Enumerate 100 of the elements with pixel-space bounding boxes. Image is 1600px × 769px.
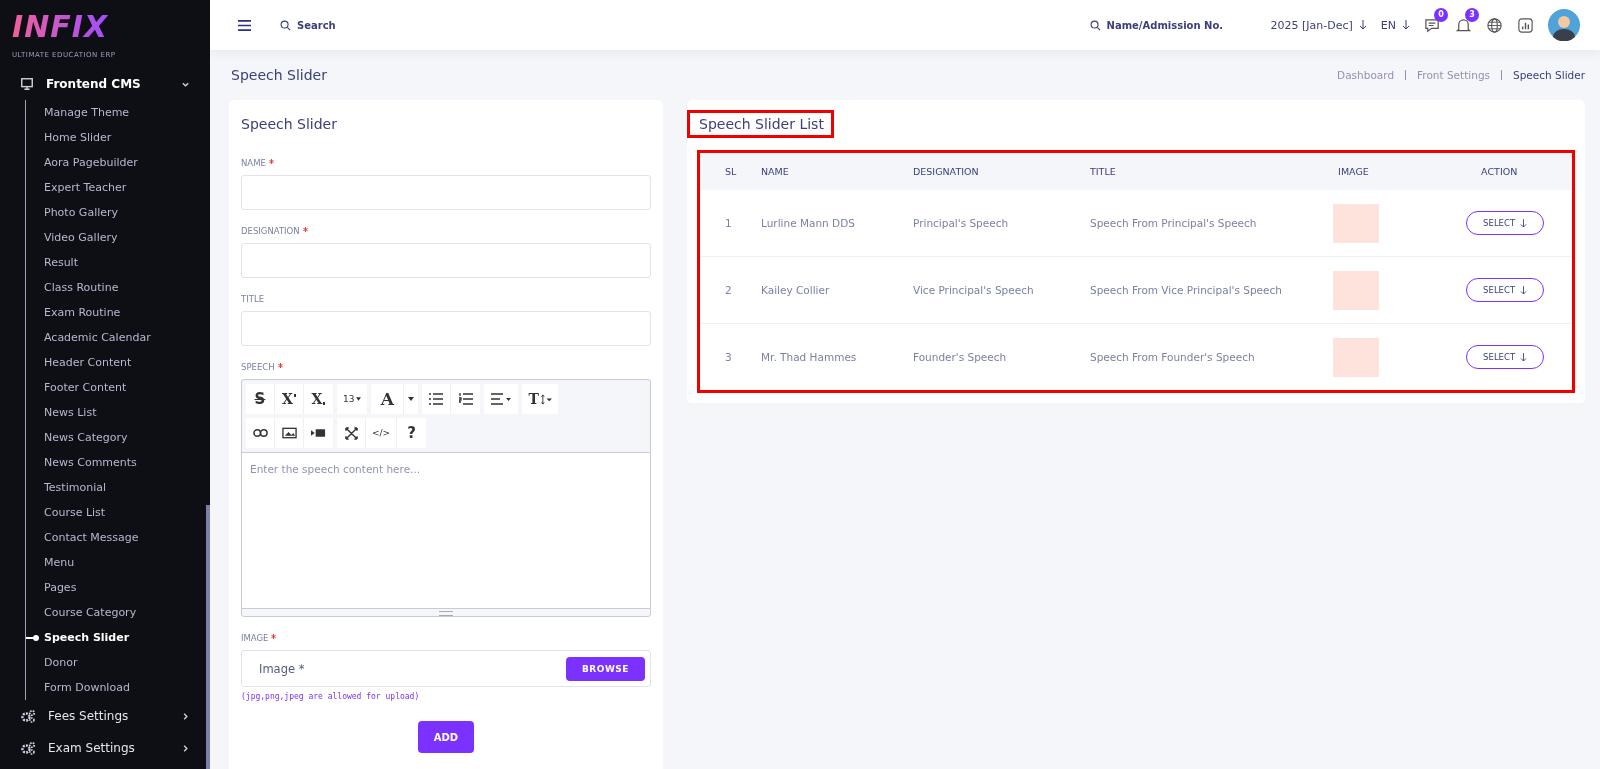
- gears-icon: [20, 740, 36, 756]
- input-field[interactable]: [241, 311, 651, 346]
- table-cell: Kailey Collier: [760, 256, 912, 324]
- video-icon: [311, 428, 326, 438]
- sidebar-item[interactable]: Speech Slider: [26, 625, 210, 650]
- select-button[interactable]: SELECT: [1466, 211, 1545, 235]
- table-cell: Speech From Vice Principal's Speech: [1089, 256, 1333, 324]
- sidebar-section[interactable]: Fees Settings: [0, 700, 210, 732]
- sidebar-item[interactable]: News List: [26, 400, 210, 425]
- caret-icon: [408, 397, 415, 401]
- field-label: TITLE: [241, 294, 264, 304]
- sidebar-item[interactable]: News Category: [26, 425, 210, 450]
- column-header: DESIGNATION: [912, 153, 1089, 190]
- line-height-dropdown[interactable]: T: [522, 384, 558, 414]
- column-header: NAME: [760, 153, 912, 190]
- sidebar-item[interactable]: Footer Content: [26, 375, 210, 400]
- list-title: Speech Slider List: [698, 116, 824, 132]
- add-button[interactable]: ADD: [417, 721, 475, 753]
- chevron-right-icon: [181, 743, 190, 753]
- sidebar-item[interactable]: Donor: [26, 650, 210, 675]
- sidebar-item[interactable]: Menu: [26, 550, 210, 575]
- sidebar-section[interactable]: Frontend CMS: [0, 68, 210, 100]
- select-button[interactable]: SELECT: [1466, 278, 1545, 302]
- column-header: TITLE: [1089, 153, 1333, 190]
- chart-icon[interactable]: [1517, 16, 1534, 34]
- input-field[interactable]: [241, 243, 651, 278]
- picture-icon: [281, 427, 297, 439]
- file-input-field[interactable]: Image * BROWSE: [241, 650, 651, 687]
- column-header: SL: [700, 153, 760, 190]
- sidebar-item[interactable]: Exam Routine: [26, 300, 210, 325]
- sidebar-item[interactable]: Home Slider: [26, 125, 210, 150]
- table-cell: Principal's Speech: [912, 190, 1089, 257]
- sidebar-item[interactable]: Header Content: [26, 350, 210, 375]
- table-cell: 1: [700, 190, 760, 257]
- message-count-badge: 0: [1434, 7, 1448, 22]
- field-label: IMAGE: [241, 633, 269, 643]
- search-icon: [1089, 19, 1101, 31]
- fullscreen-icon: [344, 426, 358, 440]
- arrow-down-icon: [1358, 20, 1367, 30]
- sidebar-item[interactable]: Testimonial: [26, 475, 210, 500]
- sidebar-item[interactable]: Course List: [26, 500, 210, 525]
- field-label: DESIGNATION: [241, 226, 300, 236]
- section-label: Exam Settings: [48, 741, 136, 755]
- sidebar-item[interactable]: Course Category: [26, 600, 210, 625]
- sidebar-item[interactable]: Photo Gallery: [26, 200, 210, 225]
- table-cell: Vice Principal's Speech: [912, 256, 1089, 324]
- caret-icon: [356, 397, 362, 401]
- field-label: SPEECH: [241, 362, 275, 372]
- browse-button[interactable]: BROWSE: [566, 656, 645, 681]
- language-dropdown[interactable]: EN: [1380, 18, 1410, 32]
- input-field[interactable]: [241, 175, 651, 210]
- search-icon: [280, 19, 291, 31]
- field-label: NAME: [241, 158, 266, 168]
- sidebar-item[interactable]: Class Routine: [26, 275, 210, 300]
- bullet-list-icon: [429, 393, 444, 405]
- font-size-dropdown[interactable]: 13: [337, 384, 368, 414]
- link-button[interactable]: [246, 418, 275, 448]
- link-icon: [252, 428, 268, 438]
- menu-icon[interactable]: [237, 18, 252, 32]
- sidebar-item[interactable]: Manage Theme: [26, 100, 210, 125]
- globe-icon[interactable]: [1486, 16, 1503, 34]
- strikethrough-button[interactable]: S: [246, 384, 275, 414]
- avatar-icon[interactable]: [1548, 9, 1580, 41]
- fullscreen-button[interactable]: [337, 418, 366, 448]
- breadcrumb-link[interactable]: Speech Slider: [1513, 69, 1585, 81]
- select-button[interactable]: SELECT: [1466, 345, 1545, 369]
- bell-icon[interactable]: [1455, 16, 1472, 34]
- table-cell: Lurline Mann DDS: [760, 190, 912, 257]
- sidebar-item[interactable]: Aora Pagebuilder: [26, 150, 210, 175]
- sidebar-item[interactable]: Contact Message: [26, 525, 210, 550]
- image-placeholder: [1333, 337, 1380, 377]
- sidebar-item[interactable]: News Comments: [26, 450, 210, 475]
- sidebar-item[interactable]: Academic Calendar: [26, 325, 210, 350]
- notification-count-badge: 3: [1465, 7, 1479, 22]
- column-header: ACTION: [1439, 153, 1572, 190]
- sidebar-item[interactable]: Expert Teacher: [26, 175, 210, 200]
- align-dropdown[interactable]: [484, 384, 519, 414]
- arrow-down-icon: [1520, 352, 1528, 362]
- column-header: IMAGE: [1332, 153, 1440, 190]
- arrow-down-icon: [1520, 285, 1528, 295]
- bullet-list-button[interactable]: [422, 384, 452, 414]
- section-label: Fees Settings: [48, 709, 130, 723]
- up-down-caret-icon: [540, 393, 552, 405]
- image-placeholder: [1333, 270, 1380, 310]
- font-color-button[interactable]: A: [371, 384, 405, 414]
- sidebar-section[interactable]: Exam Settings: [0, 732, 210, 764]
- sidebar-item[interactable]: Result: [26, 250, 210, 275]
- speech-text-area[interactable]: Enter the speech content here...: [242, 452, 650, 609]
- monitor-icon: [20, 77, 34, 91]
- sidebar-item[interactable]: Pages: [26, 575, 210, 600]
- sidebar-item[interactable]: Form Download: [26, 675, 210, 700]
- section-label: Frontend CMS: [46, 77, 142, 91]
- sidebar-item[interactable]: Video Gallery: [26, 225, 210, 250]
- table-cell: Speech From Founder's Speech: [1089, 323, 1333, 390]
- table-cell: Founder's Speech: [912, 323, 1089, 390]
- table-cell: 2: [700, 256, 760, 324]
- chat-icon[interactable]: [1424, 16, 1441, 34]
- session-dropdown[interactable]: 2025 [Jan-Dec]: [1270, 18, 1367, 32]
- numbered-list-icon: [458, 393, 473, 405]
- file-type-hint: (jpg,png,jpeg are allowed for upload): [241, 692, 421, 701]
